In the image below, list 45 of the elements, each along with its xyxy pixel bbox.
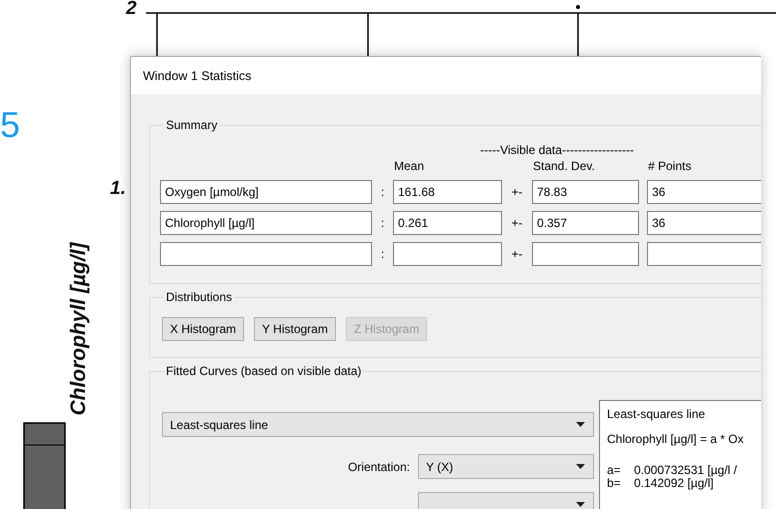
separator: : <box>380 185 386 199</box>
histogram-button[interactable]: X Histogram <box>162 317 244 341</box>
points-field[interactable] <box>647 242 761 266</box>
points-field[interactable]: 36 <box>647 180 761 204</box>
column-header: Mean <box>393 159 426 173</box>
param-name: a= <box>607 464 622 477</box>
tick-label: 1. <box>110 178 126 200</box>
mean-field[interactable]: 0.261 <box>393 211 502 235</box>
group-title: Distributions <box>165 290 234 304</box>
mean-field[interactable] <box>393 242 502 266</box>
separator: : <box>380 216 386 230</box>
separator: +- <box>510 185 524 199</box>
tick-label: 2 <box>126 0 137 20</box>
separator: : <box>380 247 386 261</box>
variable-field[interactable] <box>160 242 372 266</box>
param-value: 0.142092 [µg/l] <box>634 477 714 490</box>
result-title: Least-squares line <box>607 407 706 422</box>
group-title: Summary <box>165 118 218 132</box>
points-field[interactable]: 36 <box>647 211 761 235</box>
axis-value: 5 <box>0 104 20 146</box>
caret-icon <box>576 464 585 469</box>
caret-icon <box>576 422 585 427</box>
group-title: Fitted Curves (based on visible data) <box>165 364 362 378</box>
std-dev-field[interactable] <box>532 242 639 266</box>
orientation-dropdown[interactable]: Y (X) <box>418 454 594 479</box>
variable-field[interactable]: Oxygen [µmol/kg] <box>160 180 372 204</box>
equation: Chlorophyll [µg/l] = a * Ox <box>607 432 745 447</box>
column-header: Stand. Dev. <box>532 159 596 173</box>
param-name: b= <box>607 477 622 490</box>
column-header: # Points <box>647 159 692 173</box>
axis-title: Chlorophyll [µg/l] <box>67 241 91 418</box>
param-value: 0.000732531 [µg/l / <box>634 464 738 477</box>
section-header: -----Visible data------------------ <box>479 143 635 157</box>
curve-type-dropdown[interactable]: Least-squares line <box>162 412 594 437</box>
caret-icon <box>576 502 585 507</box>
histogram-button[interactable]: Y Histogram <box>254 317 336 341</box>
std-dev-field[interactable]: 78.83 <box>532 180 639 204</box>
separator: +- <box>510 216 524 230</box>
std-dev-field[interactable]: 0.357 <box>532 211 639 235</box>
data-point <box>576 5 580 9</box>
separator: +- <box>510 247 524 261</box>
field-label: Orientation: <box>348 460 410 474</box>
window-title: Window 1 Statistics <box>143 68 252 82</box>
variable-field[interactable]: Chlorophyll [µg/l] <box>160 211 372 235</box>
mean-field[interactable]: 161.68 <box>393 180 502 204</box>
